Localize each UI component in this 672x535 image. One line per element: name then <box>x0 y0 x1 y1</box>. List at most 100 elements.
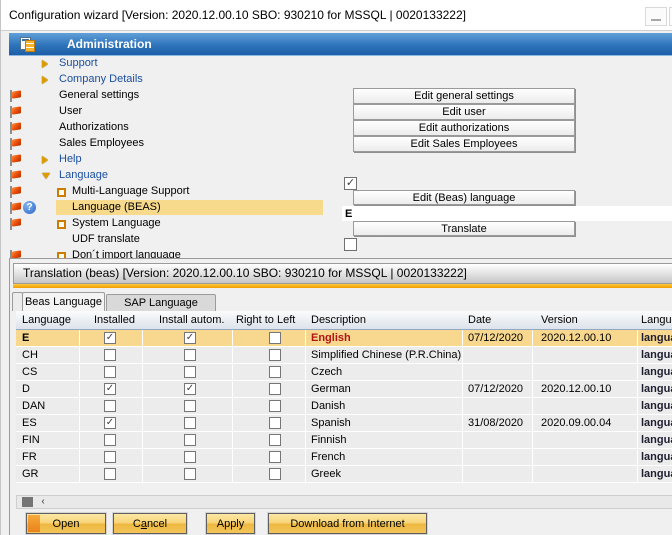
installed-checkbox[interactable]: ✓ <box>104 417 116 429</box>
edit-beas-language-button[interactable]: Edit (Beas) language <box>353 190 575 205</box>
multi-language-support-checkbox[interactable]: ✓ <box>344 177 357 190</box>
edit-user-button[interactable]: Edit user <box>353 104 575 120</box>
right-to-left-checkbox[interactable] <box>269 400 281 412</box>
flag-icon <box>10 106 22 118</box>
flag-icon <box>10 170 22 182</box>
table-row-dan[interactable]: DANDanishlanguage <box>16 398 672 415</box>
cell-language-file: language <box>641 451 672 463</box>
right-to-left-checkbox[interactable] <box>269 417 281 429</box>
installed-checkbox[interactable] <box>104 451 116 463</box>
edit-sales-employees-button[interactable]: Edit Sales Employees <box>353 136 575 152</box>
tab-beas-language[interactable]: Beas Language <box>22 292 105 311</box>
chevron-right-icon[interactable] <box>42 76 48 84</box>
cell-version: 2020.12.00.10 <box>541 332 611 344</box>
cell-description: German <box>311 383 351 395</box>
tree-item-label: Multi-Language Support <box>72 185 189 197</box>
installed-checkbox[interactable] <box>104 434 116 446</box>
right-to-left-checkbox[interactable] <box>269 383 281 395</box>
install-autom-checkbox[interactable]: ✓ <box>184 332 196 344</box>
grid-line <box>79 330 80 483</box>
grid-line <box>305 330 306 483</box>
installed-checkbox[interactable] <box>104 366 116 378</box>
cell-date: 07/12/2020 <box>468 332 523 344</box>
cell-version: 2020.09.00.04 <box>541 417 611 429</box>
tree-item-company-details[interactable]: Company Details <box>9 72 672 88</box>
installed-checkbox[interactable] <box>104 400 116 412</box>
open-button[interactable]: Open <box>26 513 106 534</box>
cell-language-file: language <box>641 468 672 480</box>
cell-language-file: language <box>641 332 672 344</box>
installed-checkbox[interactable] <box>104 349 116 361</box>
download-from-internet-button[interactable]: Download from Internet <box>268 513 427 534</box>
install-autom-checkbox[interactable] <box>184 349 196 361</box>
tree-item-label: Sales Employees <box>59 137 144 149</box>
right-to-left-checkbox[interactable] <box>269 451 281 463</box>
install-autom-checkbox[interactable] <box>184 366 196 378</box>
cell-date: 07/12/2020 <box>468 383 523 395</box>
edit-general-settings-button[interactable]: Edit general settings <box>353 88 575 104</box>
installed-checkbox[interactable]: ✓ <box>104 383 116 395</box>
tree-item-language[interactable]: Language <box>9 168 672 184</box>
grid-line <box>637 330 638 483</box>
scrollbar-thumb[interactable] <box>22 497 33 507</box>
installed-checkbox[interactable]: ✓ <box>104 332 116 344</box>
administration-header[interactable]: Administration <box>9 33 672 56</box>
cell-language-file: language <box>641 400 672 412</box>
chevron-right-icon[interactable] <box>42 156 48 164</box>
install-autom-checkbox[interactable] <box>184 468 196 480</box>
minimize-button[interactable] <box>645 7 667 26</box>
column-header-date-5: Date <box>468 314 491 326</box>
chevron-down-icon[interactable] <box>42 173 50 179</box>
right-to-left-checkbox[interactable] <box>269 366 281 378</box>
chevron-right-icon[interactable] <box>42 60 48 68</box>
table-row-cs[interactable]: CSCzechlanguage <box>16 364 672 381</box>
install-autom-checkbox[interactable] <box>184 451 196 463</box>
install-autom-checkbox[interactable] <box>184 417 196 429</box>
right-to-left-checkbox[interactable] <box>269 434 281 446</box>
cancel-button[interactable]: Cancel <box>113 513 187 534</box>
horizontal-scrollbar[interactable]: ‹ <box>16 495 672 509</box>
right-to-left-checkbox[interactable] <box>269 468 281 480</box>
tree-item-help[interactable]: Help <box>9 152 672 168</box>
install-autom-checkbox[interactable]: ✓ <box>184 383 196 395</box>
tree-item-label: System Language <box>72 217 161 229</box>
flag-icon <box>10 138 22 150</box>
tree-item-support[interactable]: Support <box>9 56 672 72</box>
table-row-ch[interactable]: CHSimplified Chinese (P.R.China)language <box>16 347 672 364</box>
cell-description: Czech <box>311 366 342 378</box>
column-header-installed-1: Installed <box>94 314 135 326</box>
tree-item-label: Authorizations <box>59 121 129 133</box>
cell-language-code: FIN <box>22 434 40 446</box>
right-to-left-checkbox[interactable] <box>269 349 281 361</box>
tree-item-label: Language (BEAS) <box>72 201 161 213</box>
cell-language-code: D <box>22 383 30 395</box>
table-row-fin[interactable]: FINFinnishlanguage <box>16 432 672 449</box>
edit-authorizations-button[interactable]: Edit authorizations <box>353 120 575 136</box>
tree-item-label: Company Details <box>59 73 143 85</box>
help-question-icon: ? <box>23 201 36 214</box>
cell-date: 31/08/2020 <box>468 417 523 429</box>
installed-checkbox[interactable] <box>104 468 116 480</box>
table-row-es[interactable]: ES✓Spanish31/08/20202020.09.00.04languag… <box>16 415 672 432</box>
window-title: Configuration wizard [Version: 2020.12.0… <box>9 8 466 22</box>
table-row-gr[interactable]: GRGreeklanguage <box>16 466 672 483</box>
apply-button[interactable]: Apply <box>206 513 255 534</box>
grid-line <box>142 330 143 483</box>
install-autom-checkbox[interactable] <box>184 434 196 446</box>
cell-language-file: language <box>641 383 672 395</box>
table-row-d[interactable]: D✓✓German07/12/20202020.12.00.10language <box>16 381 672 398</box>
install-autom-checkbox[interactable] <box>184 400 196 412</box>
tab-sap-language[interactable]: SAP Language <box>106 294 216 311</box>
window-titlebar: Configuration wizard [Version: 2020.12.0… <box>1 0 672 31</box>
table-row-e[interactable]: E✓✓English07/12/20202020.12.00.10languag… <box>16 330 672 347</box>
column-header-install-autom-2: Install autom. <box>159 314 224 326</box>
cell-description: French <box>311 451 345 463</box>
right-to-left-checkbox[interactable] <box>269 332 281 344</box>
cell-description: Spanish <box>311 417 351 429</box>
table-row-fr[interactable]: FRFrenchlanguage <box>16 449 672 466</box>
dont-import-language-checkbox[interactable] <box>344 238 357 251</box>
scroll-left-icon[interactable]: ‹ <box>36 496 50 508</box>
system-language-input[interactable] <box>342 206 672 221</box>
translate-button[interactable]: Translate <box>353 221 575 236</box>
column-header-description-4: Description <box>311 314 366 326</box>
